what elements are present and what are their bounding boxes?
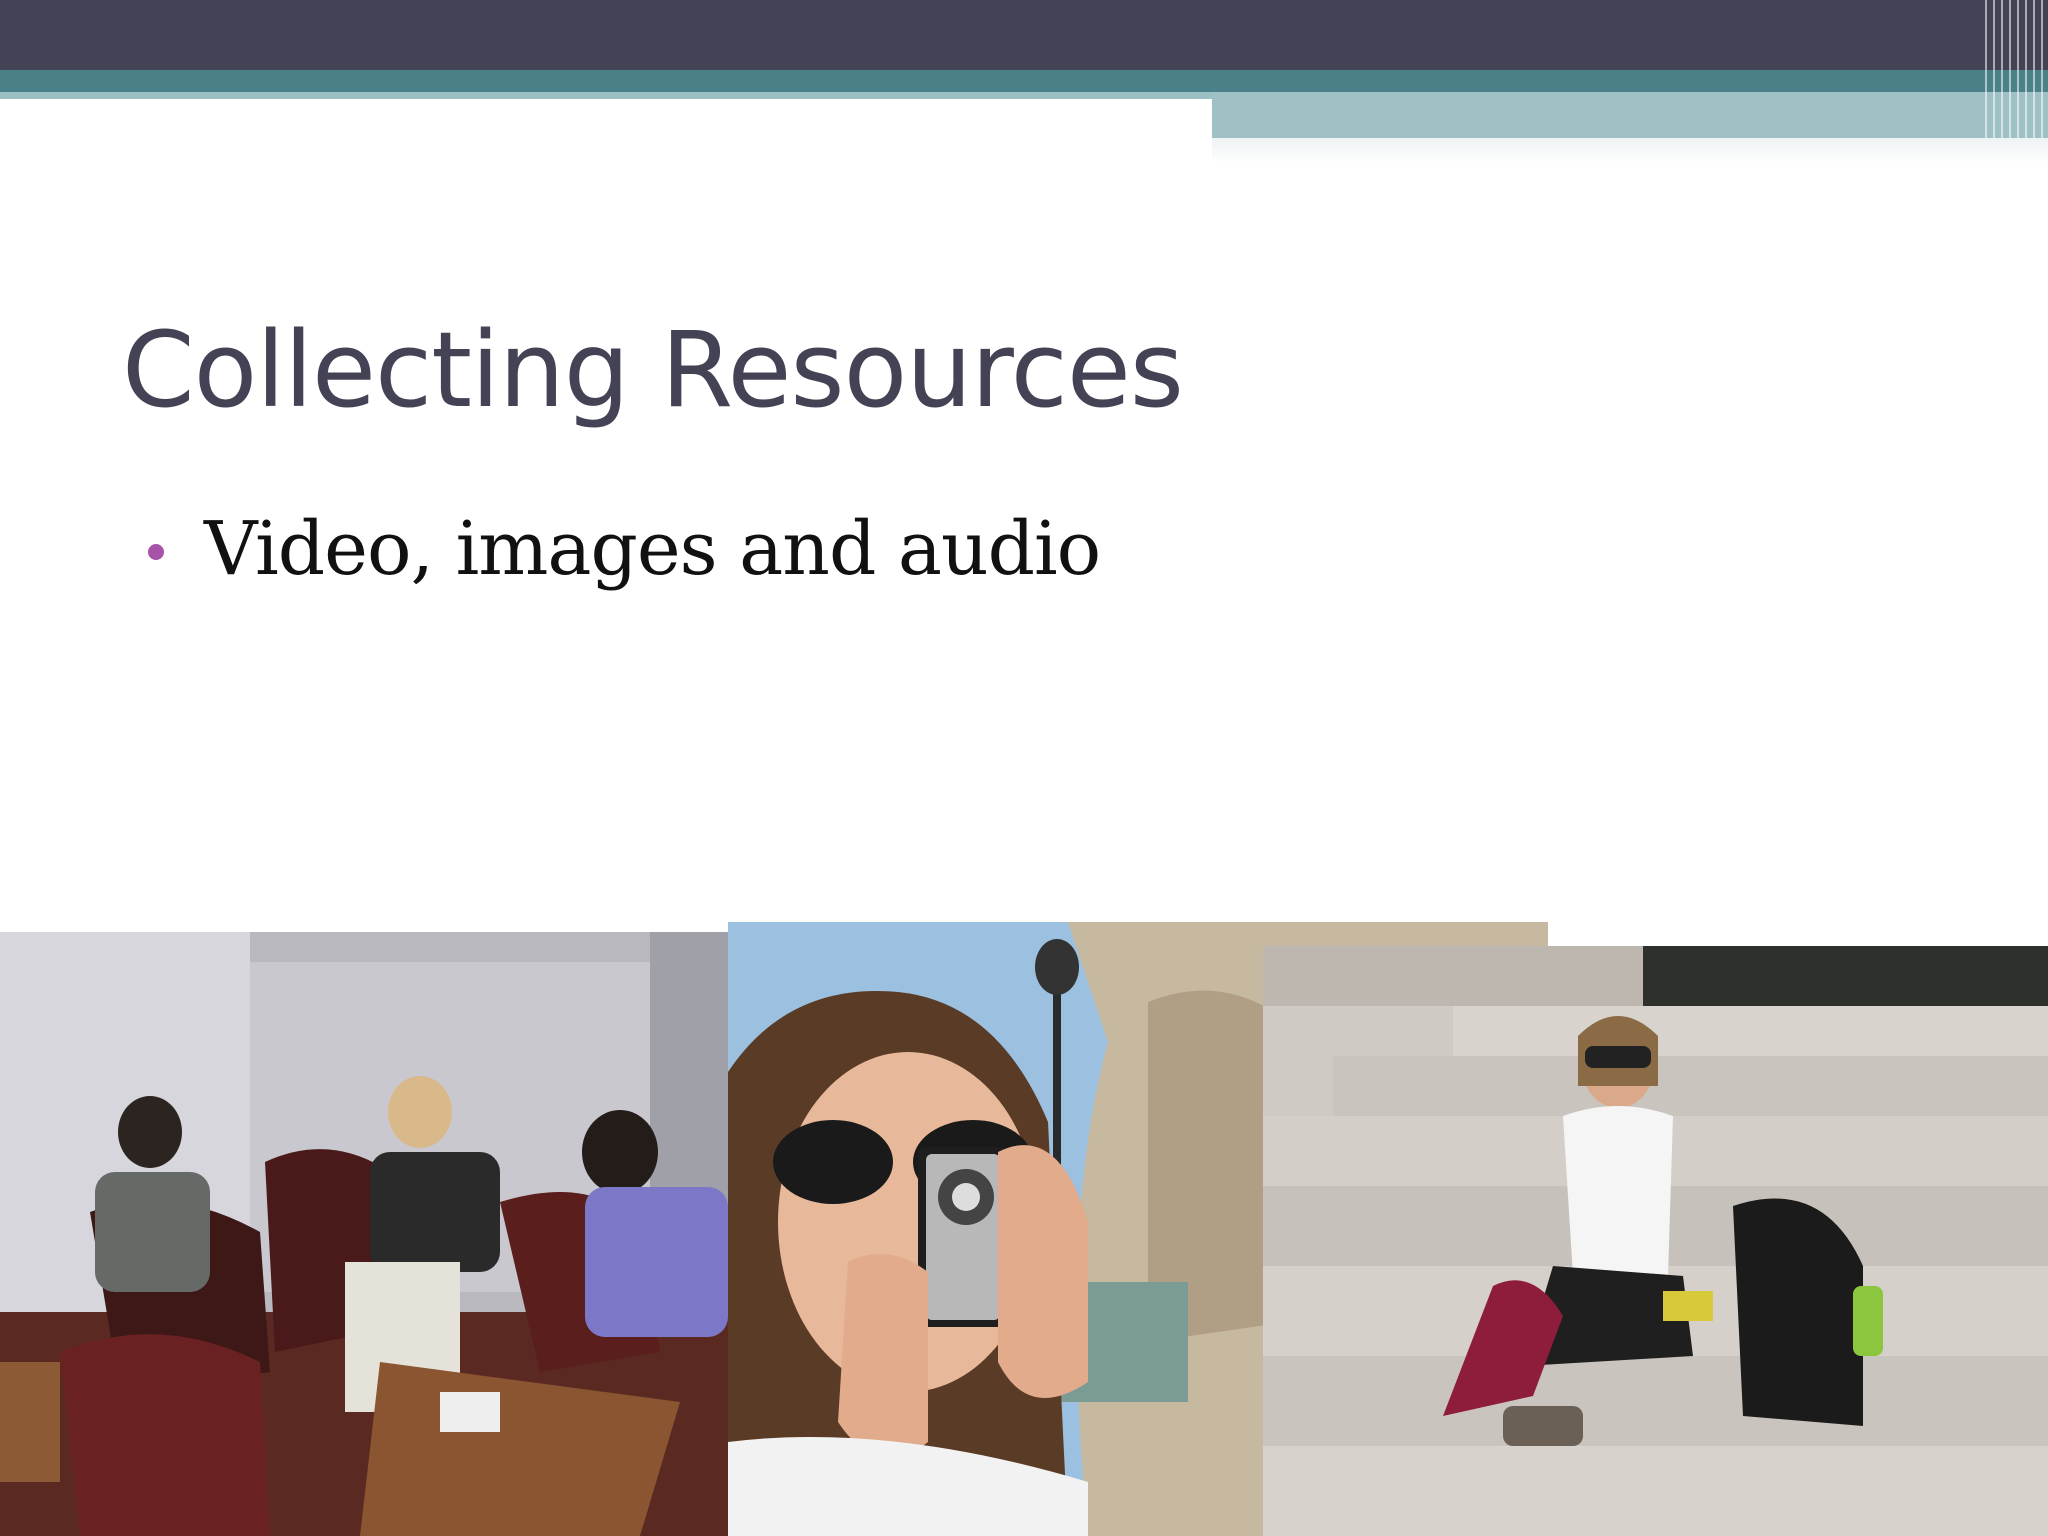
bullet-text: Video, images and audio [204, 506, 1101, 592]
bullet-dot-icon [148, 544, 164, 560]
slide-title: Collecting Resources [122, 309, 1184, 431]
students-working-in-lounge-photo [0, 932, 728, 1536]
header-band-dark [0, 0, 2048, 70]
header-band-fade [1212, 138, 2048, 164]
header-band-teal [0, 70, 2048, 92]
bullet-list: Video, images and audio [148, 506, 1101, 592]
header-stripes [1985, 0, 2048, 138]
header-band-light [1212, 92, 2048, 138]
bullet-item: Video, images and audio [148, 506, 1101, 592]
header-band-thin [0, 92, 1212, 99]
woman-sitting-on-steps-photo [1263, 946, 2048, 1536]
